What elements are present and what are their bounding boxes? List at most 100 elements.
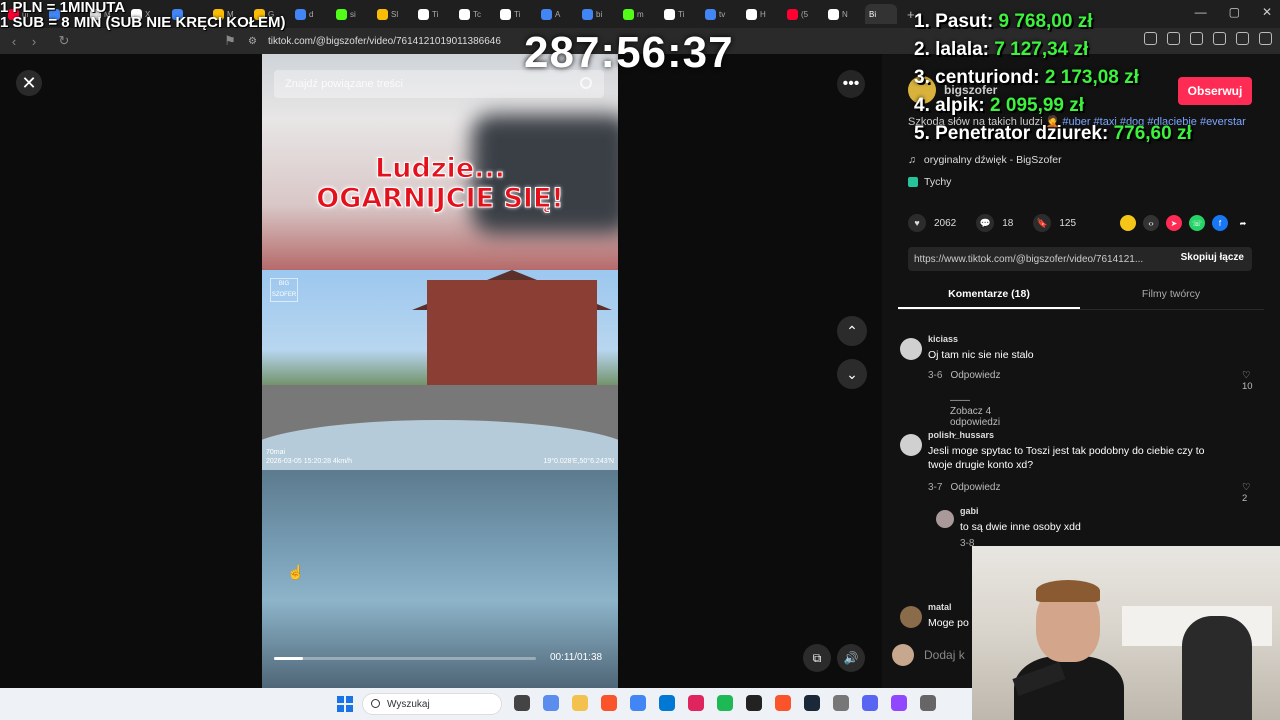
taskbar-app-icon[interactable]	[659, 695, 675, 711]
stream-rate-overlay: 1 PLN = 1MINUTA 1 SUB = 8 MIN (SUB NIE K…	[0, 0, 285, 30]
tab-favicon-icon	[787, 8, 798, 20]
avatar	[892, 644, 914, 666]
taskbar-app-icon[interactable]	[746, 695, 762, 711]
browser-tab[interactable]: m	[619, 4, 658, 24]
taskbar-app-icon[interactable]	[833, 695, 849, 711]
maximize-icon[interactable]: ▢	[1229, 5, 1240, 19]
send-icon[interactable]: ➤	[1166, 215, 1182, 231]
engagement-stats: ♥ 2062 💬 18 🔖 125	[908, 214, 1076, 232]
taskbar-app-icon[interactable]	[862, 695, 878, 711]
music-link[interactable]: ♫ oryginalny dźwięk - BigSzofer	[908, 154, 1062, 166]
taskbar-app-icon[interactable]	[920, 695, 936, 711]
reply-button[interactable]: Odpowiedz	[950, 370, 1000, 381]
taskbar-app-icon[interactable]	[543, 695, 559, 711]
avatar[interactable]	[900, 434, 922, 456]
browser-tab[interactable]: A	[537, 4, 576, 24]
browser-tab-active[interactable]: Bi	[865, 4, 897, 24]
browser-tab[interactable]: H	[742, 4, 781, 24]
site-info-icon[interactable]: ⚙	[248, 36, 262, 47]
extension-icon[interactable]	[1190, 32, 1203, 45]
video-link-field[interactable]: https://www.tiktok.com/@bigszofer/video/…	[908, 247, 1252, 271]
rate-line-2: 1 SUB = 8 MIN (SUB NIE KRĘCI KOŁEM)	[0, 14, 286, 31]
taskbar-search[interactable]: Wyszukaj	[362, 693, 502, 715]
back-icon[interactable]: ‹	[4, 34, 24, 49]
close-window-icon[interactable]: ✕	[1262, 5, 1272, 19]
taskbar-app-icon[interactable]	[804, 695, 820, 711]
comment-user[interactable]: polish_hussars	[928, 430, 994, 440]
view-replies-label: Zobacz 4 odpowiedzi	[950, 406, 1001, 428]
ranking-amount: 2 173,08 zł	[1044, 67, 1139, 88]
like-count: 2062	[934, 217, 957, 229]
avatar[interactable]	[900, 338, 922, 360]
comment-user[interactable]: kiciass	[928, 334, 958, 344]
channel-watermark: BIG SZOFER	[270, 278, 298, 302]
more-options-button[interactable]: •••	[837, 70, 865, 98]
avatar[interactable]	[900, 606, 922, 628]
browser-tab[interactable]: si	[332, 4, 371, 24]
search-icon	[371, 699, 380, 708]
friends-share-icon[interactable]	[1120, 215, 1136, 231]
add-comment-field[interactable]: Dodaj k	[892, 644, 965, 666]
extension-icon[interactable]	[1213, 32, 1226, 45]
comment-likes[interactable]: ♡ 2	[1242, 482, 1251, 504]
browser-tab[interactable]: Ti	[414, 4, 453, 24]
like-count: 10	[1242, 381, 1253, 392]
share-icon[interactable]: ➦	[1235, 215, 1251, 231]
facebook-icon[interactable]: f	[1212, 215, 1228, 231]
taskbar-app-icon[interactable]	[572, 695, 588, 711]
tab-favicon-icon	[336, 8, 347, 20]
comment-user[interactable]: gabi	[960, 506, 979, 516]
taskbar-app-icon[interactable]	[601, 695, 617, 711]
taskbar-app-icon[interactable]	[630, 695, 646, 711]
browser-tab[interactable]: (5	[783, 4, 822, 24]
tab-favicon-icon	[377, 8, 388, 20]
video-player[interactable]: Znajdź powiązane treści Ludzie... OGARNI…	[262, 54, 618, 688]
ranking-name: 2. lalala:	[914, 39, 995, 60]
browser-tab[interactable]: Sl	[373, 4, 412, 24]
start-icon[interactable]	[337, 696, 353, 712]
dashcam-datetime: 2026-03-05 15:20:28 4km/h	[266, 458, 353, 465]
video-progress-bar[interactable]	[274, 657, 536, 660]
tab-title: N	[842, 9, 848, 19]
reload-icon[interactable]: ↻	[54, 33, 74, 49]
taskbar-app-icon[interactable]	[717, 695, 733, 711]
comment-icon[interactable]: 💬	[976, 214, 995, 232]
taskbar-app-icon[interactable]	[514, 695, 530, 711]
bookmark-icon[interactable]: 🔖	[1033, 214, 1052, 232]
reply-button[interactable]: Odpowiedz	[950, 482, 1000, 493]
taskbar-app-icon[interactable]	[688, 695, 704, 711]
location-tag[interactable]: Tychy	[908, 176, 951, 188]
volume-button[interactable]: 🔊	[837, 644, 865, 672]
browser-tab[interactable]: Tc	[455, 4, 494, 24]
next-video-button[interactable]: ⌄	[837, 359, 867, 389]
search-icon[interactable]	[580, 77, 592, 89]
comment-user[interactable]: matal	[928, 602, 952, 612]
copy-link-button[interactable]: Skopiuj łącze	[1181, 252, 1244, 263]
taskbar-app-icon[interactable]	[891, 695, 907, 711]
extension-icon[interactable]	[1236, 32, 1249, 45]
minimize-icon[interactable]: —	[1195, 5, 1207, 19]
webcam-overlay	[972, 546, 1280, 720]
tab-comments[interactable]: Komentarze (18)	[898, 282, 1080, 309]
comment-likes[interactable]: ♡ 10	[1242, 370, 1253, 392]
tab-creator-videos[interactable]: Filmy twórcy	[1080, 282, 1262, 309]
previous-video-button[interactable]: ⌃	[837, 316, 867, 346]
browser-tab[interactable]: bi	[578, 4, 617, 24]
bookmark-icon[interactable]: ⚑	[220, 33, 240, 49]
whatsapp-icon[interactable]: ☏	[1189, 215, 1205, 231]
browser-tab[interactable]: N	[824, 4, 863, 24]
browser-tab[interactable]: tv	[701, 4, 740, 24]
embed-icon[interactable]: ‹›	[1143, 215, 1159, 231]
taskbar-app-icon[interactable]	[775, 695, 791, 711]
browser-tab[interactable]: Ti	[496, 4, 535, 24]
pip-button[interactable]: ⧉	[803, 644, 831, 672]
forward-icon[interactable]: ›	[24, 34, 44, 49]
avatar[interactable]	[936, 510, 954, 528]
like-icon[interactable]: ♥	[908, 214, 926, 232]
tab-favicon-icon	[623, 8, 634, 20]
video-link: https://www.tiktok.com/@bigszofer/video/…	[914, 253, 1144, 265]
browser-tab[interactable]: d	[291, 4, 330, 24]
browser-tab[interactable]: Ti	[660, 4, 699, 24]
close-video-button[interactable]: ✕	[16, 70, 42, 96]
menu-icon[interactable]	[1259, 32, 1272, 45]
